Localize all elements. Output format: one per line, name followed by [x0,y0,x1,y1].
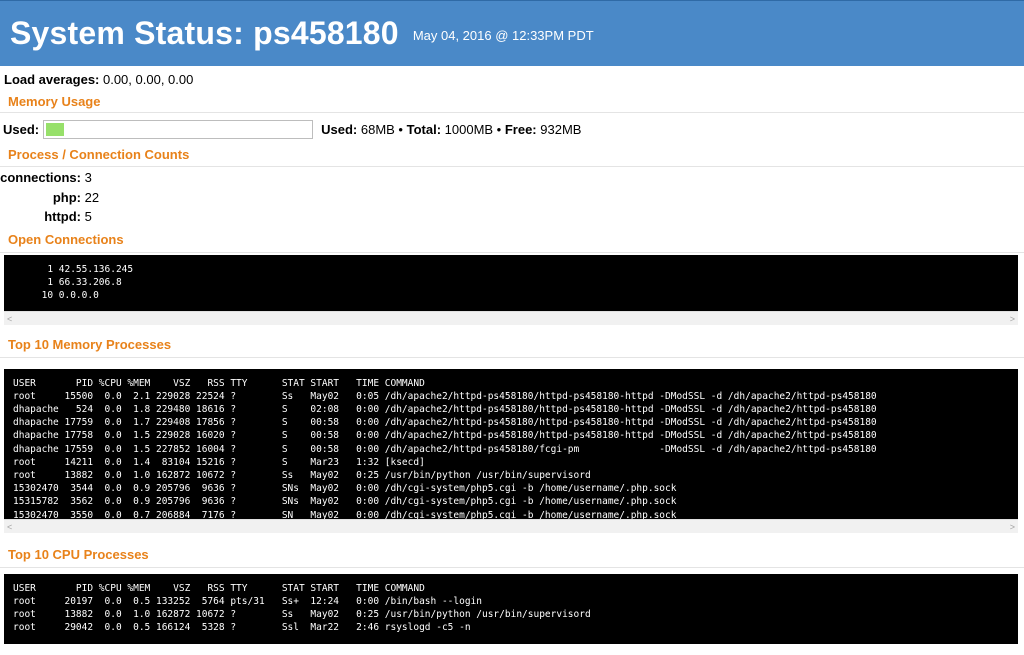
count-value: 3 [81,170,92,185]
memory-usage-bar-fill [46,122,65,136]
memory-summary: Used: 68MB • Total: 1000MB • Free: 932MB [321,122,581,137]
scroll-right-arrow[interactable]: > [1010,520,1015,534]
memory-summary-used-label: Used: [321,121,358,137]
process-counts: connections: 3 php: 22 httpd: 5 [0,167,1024,227]
open-connections-scrollbar[interactable]: < > [4,310,1018,326]
count-value: 22 [81,189,100,205]
memory-summary-total-value: 1000MB • [441,121,505,137]
memory-processes-heading: Top 10 Memory Processes [0,337,1024,358]
cpu-processes-output: USER PID %CPU %MEM VSZ RSS TTY STAT STAR… [4,573,1018,644]
memory-usage-heading: Memory Usage [0,94,1024,113]
memory-summary-total-label: Total: [406,121,442,137]
load-averages-value: 0.00, 0.00, 0.00 [99,72,194,87]
scroll-right-arrow[interactable]: > [1010,312,1015,326]
count-row-httpd: httpd: 5 [0,207,1024,227]
timestamp: May 04, 2016 @ 12:33PM PDT [412,28,594,43]
count-value: 5 [81,209,92,224]
memory-usage-row: Used: Used: 68MB • Total: 1000MB • Free:… [0,116,1024,142]
count-label: php: [52,189,81,205]
memory-summary-free-value: 932MB [536,121,582,137]
cpu-processes-heading: Top 10 CPU Processes [0,547,1024,568]
process-counts-heading: Process / Connection Counts [0,147,1024,167]
scroll-left-arrow[interactable]: < [7,312,12,326]
count-row-php: php: 22 [0,188,1024,208]
memory-summary-free-label: Free: [504,121,537,137]
memory-summary-used-value: 68MB • [357,121,407,137]
count-row-connections: connections: 3 [0,168,1024,188]
open-connections-heading: Open Connections [0,232,1024,253]
page-title: System Status: ps458180 [10,15,399,51]
count-label: connections: [0,170,81,185]
load-averages: Load averages: 0.00, 0.00, 0.00 [0,66,1024,89]
memory-processes-scrollbar[interactable]: < > [4,518,1018,534]
page-header: System Status: ps458180 May 04, 2016 @ 1… [0,0,1024,66]
memory-used-label: Used: [3,121,40,137]
memory-usage-bar [43,119,314,139]
count-label: httpd: [44,209,81,224]
open-connections-output: 1 42.55.136.245 1 66.33.206.8 10 0.0.0.0 [4,254,1018,311]
load-averages-label: Load averages: [4,72,100,87]
memory-processes-output: USER PID %CPU %MEM VSZ RSS TTY STAT STAR… [4,368,1018,519]
scroll-left-arrow[interactable]: < [7,520,12,534]
